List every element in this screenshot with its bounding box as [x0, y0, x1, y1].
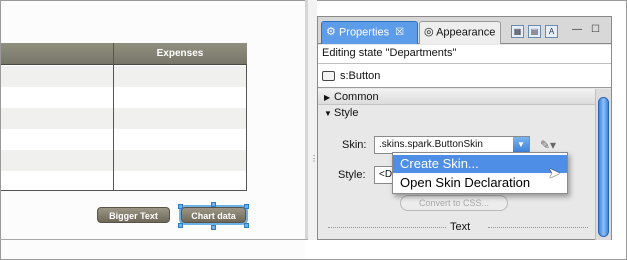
editing-state-label: Editing state "Departments": [318, 45, 611, 64]
style-label: Style:: [338, 169, 366, 181]
table-row[interactable]: [1, 171, 246, 192]
chart-data-button[interactable]: Chart data: [181, 207, 246, 223]
table-row[interactable]: [1, 108, 246, 129]
design-canvas[interactable]: Expenses Bigger Text Chart data: [1, 1, 305, 259]
vertical-scrollbar[interactable]: [595, 89, 611, 240]
selection-handle[interactable]: [178, 223, 183, 228]
standard-view-icon[interactable]: ▦: [511, 25, 524, 38]
selection-handle[interactable]: [211, 225, 216, 230]
properties-icon: ⚙: [326, 26, 336, 38]
tab-appearance[interactable]: ◎ Appearance: [419, 21, 501, 44]
component-type-label: s:Button: [340, 70, 381, 82]
close-icon[interactable]: ☒: [395, 27, 404, 38]
convert-to-css-button[interactable]: Convert to CSS...: [400, 195, 508, 211]
section-label: Common: [334, 91, 379, 103]
separator-line: [488, 227, 588, 228]
category-view-icon[interactable]: ▤: [528, 25, 541, 38]
selection-handle[interactable]: [244, 204, 249, 209]
section-common[interactable]: ▶ Common: [318, 89, 595, 105]
selection-handle[interactable]: [211, 202, 216, 207]
tab-properties[interactable]: ⚙ Properties ☒: [321, 21, 418, 44]
section-style[interactable]: ▼ Style: [318, 105, 595, 121]
expanded-arrow-icon: ▼: [324, 109, 332, 118]
bigger-text-button[interactable]: Bigger Text: [97, 207, 170, 223]
column-header-expenses[interactable]: Expenses: [114, 43, 246, 65]
text-section-label: Text: [446, 221, 475, 233]
skin-dropdown-menu: Create Skin... Open Skin Declaration: [392, 152, 568, 194]
data-grid-header: Expenses: [1, 43, 247, 65]
component-type-row: s:Button: [318, 64, 611, 88]
data-grid[interactable]: Expenses: [1, 43, 247, 191]
button-component-icon: [322, 71, 335, 82]
properties-panel: ⚙ Properties ☒ ◎ Appearance ▦ ▤ A — ☐ Ed…: [317, 16, 612, 240]
mouse-cursor-icon: ➤: [548, 165, 561, 182]
view-sash[interactable]: [308, 0, 317, 240]
minimize-icon[interactable]: —: [572, 24, 582, 35]
scrollbar-thumb[interactable]: [598, 97, 609, 237]
chevron-down-icon[interactable]: ▼: [513, 137, 529, 153]
menu-item-open-skin-declaration[interactable]: Open Skin Declaration: [393, 174, 567, 192]
maximize-icon[interactable]: ☐: [591, 24, 600, 35]
collapsed-arrow-icon: ▶: [324, 93, 331, 102]
sash-grip-icon[interactable]: ⋮: [310, 155, 318, 167]
selection-handle[interactable]: [178, 204, 183, 209]
panel-tabbar: ⚙ Properties ☒ ◎ Appearance ▦ ▤ A — ☐: [318, 17, 611, 44]
canvas-bottom-border: [0, 239, 308, 240]
alphabetical-view-icon[interactable]: A: [545, 25, 558, 38]
menu-item-create-skin[interactable]: Create Skin...: [393, 155, 567, 173]
skin-tools-icon[interactable]: ✎▾: [540, 138, 556, 152]
column-divider: [113, 43, 114, 191]
section-label: Style: [334, 107, 359, 119]
tab-label: Appearance: [436, 26, 496, 39]
tab-label: Properties: [338, 26, 390, 39]
table-row[interactable]: [1, 129, 246, 150]
table-row[interactable]: [1, 66, 246, 87]
text-section-header: Text: [328, 221, 588, 233]
separator-line: [328, 227, 446, 228]
appearance-icon: ◎: [424, 26, 434, 38]
skin-value: .skins.spark.ButtonSkin: [379, 139, 483, 150]
table-row[interactable]: [1, 150, 246, 171]
table-row[interactable]: [1, 87, 246, 108]
selection-handle[interactable]: [244, 223, 249, 228]
skin-label: Skin:: [342, 139, 367, 151]
